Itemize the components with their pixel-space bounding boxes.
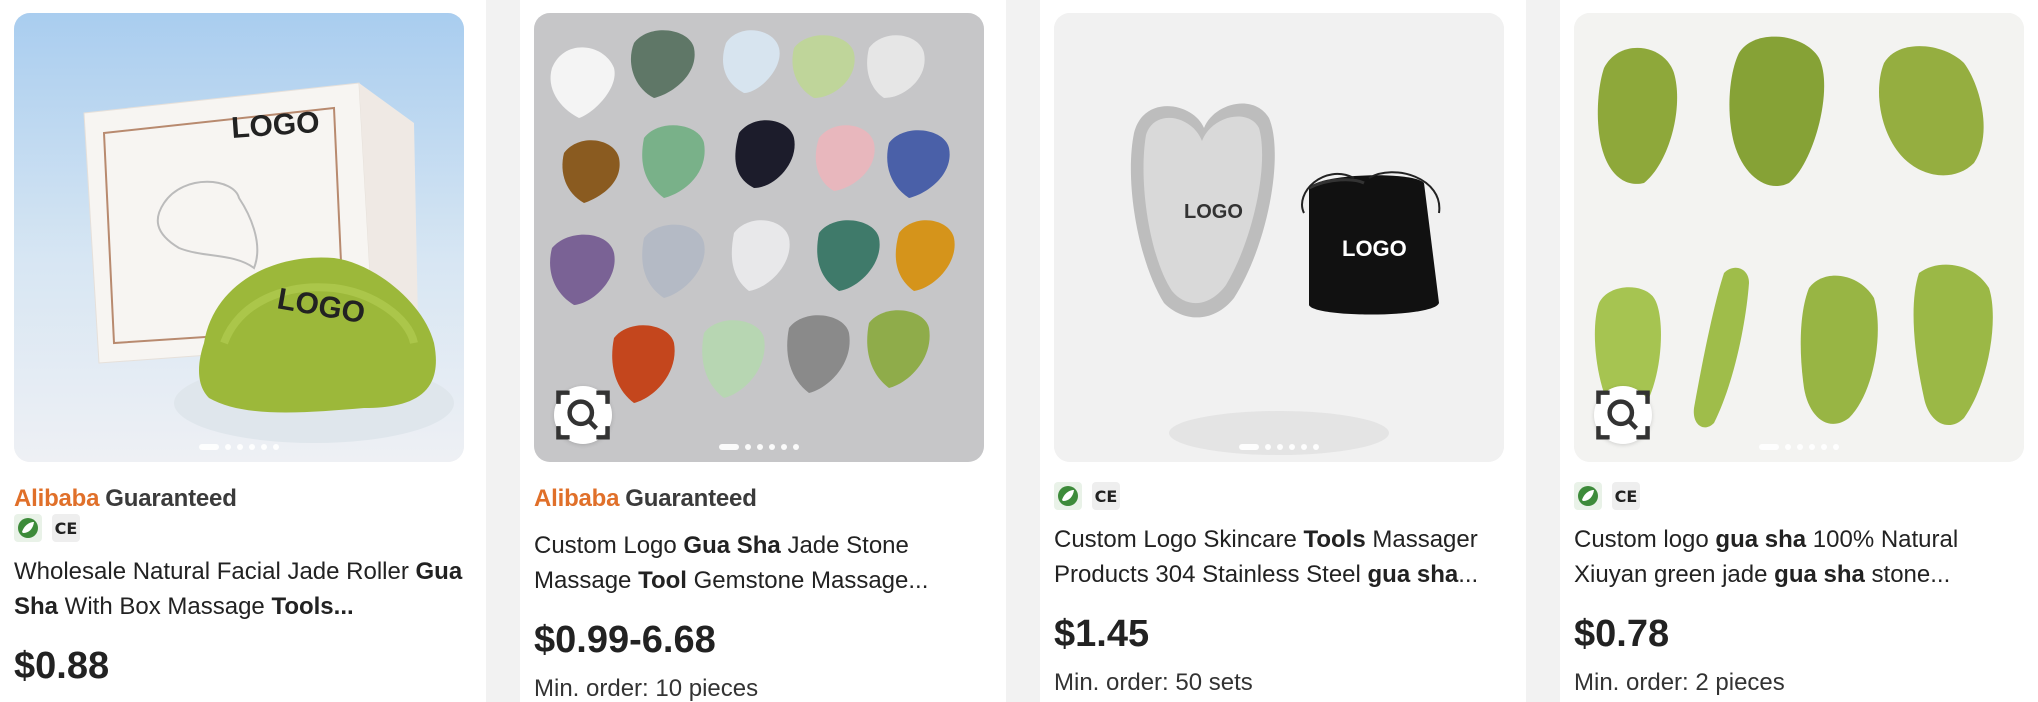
carousel-dot[interactable] <box>1759 444 1779 450</box>
carousel-dot[interactable] <box>769 444 775 450</box>
carousel-dot[interactable] <box>1821 444 1827 450</box>
carousel-dot[interactable] <box>249 444 255 450</box>
carousel-dots[interactable] <box>719 444 799 450</box>
product-card[interactable]: LOGO LOGO Alibaba Guaranteed CE Wholesal… <box>0 0 486 702</box>
carousel-dot[interactable] <box>237 444 243 450</box>
carousel-dot[interactable] <box>1785 444 1791 450</box>
visual-search-icon <box>1596 390 1650 440</box>
carousel-dot[interactable] <box>745 444 751 450</box>
product-card[interactable]: Alibaba Guaranteed Custom Logo Gua Sha Ja… <box>520 0 1006 702</box>
carousel-dot[interactable] <box>1277 444 1283 450</box>
carousel-dot[interactable] <box>1833 444 1839 450</box>
carousel-dot[interactable] <box>261 444 267 450</box>
product-image[interactable] <box>1574 13 2024 462</box>
product-title[interactable]: Custom Logo Gua Sha Jade Stone Massage T… <box>534 528 992 598</box>
product-grid: LOGO LOGO Alibaba Guaranteed CE Wholesal… <box>0 0 2038 702</box>
certifications: CE <box>14 514 472 542</box>
product-card[interactable]: CE Custom logo gua sha 100% Natural Xiuy… <box>1560 0 2038 702</box>
carousel-dot[interactable] <box>1289 444 1295 450</box>
alibaba-guaranteed-badge[interactable]: Alibaba Guaranteed <box>534 484 992 514</box>
product-price: $0.88 <box>14 645 110 687</box>
carousel-dot[interactable] <box>273 444 279 450</box>
product-title[interactable]: Custom logo gua sha 100% Natural Xiuyan … <box>1574 522 2024 592</box>
ce-icon[interactable]: CE <box>1092 482 1120 510</box>
rohs-icon[interactable] <box>1574 482 1602 510</box>
product-card[interactable]: LOGO LOGO CE Custom Logo Skincare Tools … <box>1040 0 1526 702</box>
carousel-dot[interactable] <box>199 444 219 450</box>
carousel-dots[interactable] <box>1759 444 1839 450</box>
ce-icon[interactable]: CE <box>52 514 80 542</box>
visual-search-icon <box>556 390 610 440</box>
carousel-dot[interactable] <box>225 444 231 450</box>
ce-icon[interactable]: CE <box>1612 482 1640 510</box>
certifications: CE <box>1574 482 2024 510</box>
carousel-dot[interactable] <box>1239 444 1259 450</box>
product-image[interactable]: LOGO LOGO <box>14 13 464 462</box>
min-order: Min. order: 2 pieces <box>1574 669 1785 696</box>
svg-text:LOGO: LOGO <box>1342 236 1407 261</box>
svg-text:LOGO: LOGO <box>1184 201 1243 223</box>
product-price: $0.78 <box>1574 613 1670 655</box>
product-image[interactable]: LOGO LOGO <box>1054 13 1504 462</box>
visual-search-button[interactable] <box>1594 386 1652 444</box>
rohs-icon[interactable] <box>14 514 42 542</box>
product-price: $0.99-6.68 <box>534 619 716 661</box>
carousel-dot[interactable] <box>793 444 799 450</box>
carousel-dot[interactable] <box>1313 444 1319 450</box>
carousel-dot[interactable] <box>719 444 739 450</box>
product-title[interactable]: Wholesale Natural Facial Jade Roller Gua… <box>14 554 472 624</box>
carousel-dot[interactable] <box>1301 444 1307 450</box>
rohs-icon[interactable] <box>1054 482 1082 510</box>
min-order: Min. order: 50 sets <box>1054 669 1253 696</box>
carousel-dot[interactable] <box>757 444 763 450</box>
carousel-dot[interactable] <box>1265 444 1271 450</box>
carousel-dots[interactable] <box>199 444 279 450</box>
svg-text:LOGO: LOGO <box>230 106 320 145</box>
certifications: CE <box>1054 482 1512 510</box>
carousel-dots[interactable] <box>1239 444 1319 450</box>
carousel-dot[interactable] <box>781 444 787 450</box>
product-image[interactable] <box>534 13 984 462</box>
product-title[interactable]: Custom Logo Skincare Tools Massager Prod… <box>1054 522 1512 592</box>
visual-search-button[interactable] <box>554 386 612 444</box>
min-order: Min. order: 10 pieces <box>534 675 759 702</box>
product-price: $1.45 <box>1054 613 1150 655</box>
alibaba-guaranteed-badge[interactable]: Alibaba Guaranteed <box>14 484 472 514</box>
carousel-dot[interactable] <box>1797 444 1803 450</box>
carousel-dot[interactable] <box>1809 444 1815 450</box>
